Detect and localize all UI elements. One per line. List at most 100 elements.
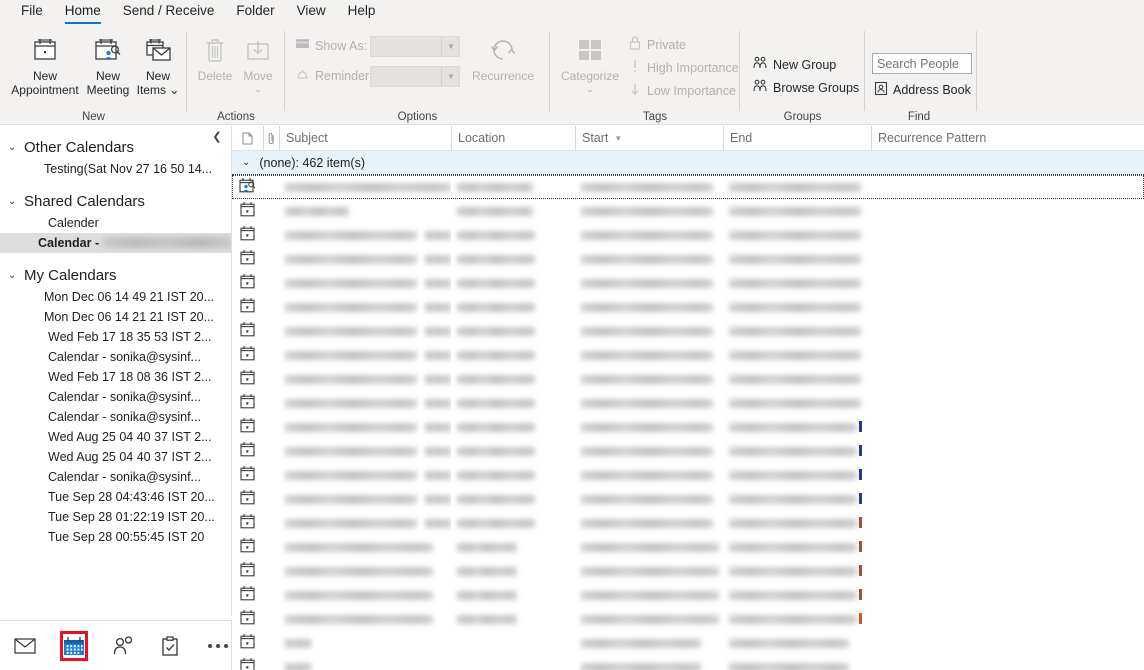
sidebar-item-my-9[interactable]: Calendar - sonika@sysinf... [0, 467, 231, 487]
sidebar-item-my-1[interactable]: Mon Dec 06 14 21 21 IST 20... [0, 307, 231, 327]
calendar-icon [63, 636, 84, 655]
column-header-attachment[interactable] [263, 126, 279, 151]
recurrence-button[interactable]: Recurrence [463, 29, 543, 84]
sidebar-item-my-5[interactable]: Calendar - sonika@sysinf... [0, 387, 231, 407]
table-row[interactable] [232, 535, 1144, 559]
column-header-start[interactable]: Start ▼ [575, 126, 723, 151]
sidebar-item-my-6[interactable]: Calendar - sonika@sysinf... [0, 407, 231, 427]
new-appointment-button[interactable]: New Appointment [6, 29, 84, 97]
browse-groups-button[interactable]: Browse Groups [752, 79, 859, 97]
delete-button[interactable]: Delete [193, 29, 237, 84]
table-row[interactable] [232, 223, 1144, 247]
row-start-cell [575, 295, 723, 319]
categorize-button[interactable]: Categorize ⌄ [558, 29, 622, 96]
sidebar-item-my-10[interactable]: Tue Sep 28 04:43:46 IST 20... [0, 487, 231, 507]
table-row[interactable] [232, 367, 1144, 391]
chevron-down-icon[interactable]: ⌄ [242, 157, 250, 168]
redacted-cell-text [457, 470, 535, 480]
row-subject-cell [279, 271, 451, 295]
row-item-type-icon [232, 367, 263, 391]
nav-mail-button[interactable] [12, 631, 38, 661]
redacted-cell-text [424, 494, 451, 504]
table-row[interactable] [232, 271, 1144, 295]
table-row[interactable] [232, 391, 1144, 415]
redacted-cell-text [457, 398, 535, 408]
high-importance-item[interactable]: High Importance [628, 58, 739, 77]
tab-view[interactable]: View [286, 1, 337, 25]
sidebar-item-calendar-selected[interactable]: Calendar - [0, 233, 231, 253]
table-row[interactable] [232, 415, 1144, 439]
reminder-dropdown[interactable]: ▼ [370, 66, 460, 87]
calendar-person-icon [93, 33, 123, 67]
sidebar-item-testing[interactable]: Testing(Sat Nov 27 16 50 14... [0, 159, 231, 179]
sidebar-item-my-11[interactable]: Tue Sep 28 01:22:19 IST 20... [0, 507, 231, 527]
redacted-cell-text [581, 422, 713, 432]
row-attachment-cell [263, 199, 279, 223]
tab-help[interactable]: Help [337, 1, 387, 25]
row-end-cell [723, 583, 871, 607]
row-start-cell [575, 199, 723, 223]
sidebar-item-my-7[interactable]: Wed Aug 25 04 40 37 IST 2... [0, 427, 231, 447]
column-header-end[interactable]: End [723, 126, 871, 151]
table-row[interactable] [232, 439, 1144, 463]
table-row[interactable] [232, 559, 1144, 583]
sidebar-item-my-2[interactable]: Wed Feb 17 18 35 53 IST 2... [0, 327, 231, 347]
sidebar-item-my-3[interactable]: Calendar - sonika@sysinf... [0, 347, 231, 367]
column-header-subject[interactable]: Subject [279, 126, 451, 151]
ribbon-group-groups-label: Groups [783, 111, 822, 123]
sidebar-group-other-calendars[interactable]: ⌄ Other Calendars [0, 136, 231, 159]
low-importance-item[interactable]: Low Importance [628, 81, 736, 100]
table-row[interactable] [232, 463, 1144, 487]
private-item[interactable]: Private [628, 35, 686, 54]
row-item-type-icon [232, 271, 263, 295]
sidebar-item-my-8[interactable]: Wed Aug 25 04 40 37 IST 2... [0, 447, 231, 467]
sidebar-item-my-4[interactable]: Wed Feb 17 18 08 36 IST 2... [0, 367, 231, 387]
tab-home[interactable]: Home [54, 1, 112, 25]
table-row[interactable] [232, 175, 1144, 199]
nav-calendar-button[interactable] [59, 630, 88, 661]
table-row[interactable] [232, 319, 1144, 343]
categorize-dropdown-chevron[interactable]: ⌄ [586, 83, 594, 97]
row-location-cell [451, 439, 575, 463]
sidebar-item-my-12[interactable]: Tue Sep 28 00:55:45 IST 20 [0, 527, 231, 547]
tab-file[interactable]: File [10, 1, 54, 25]
address-book-button[interactable]: Address Book [874, 81, 971, 99]
tab-send-receive[interactable]: Send / Receive [112, 1, 226, 25]
move-dropdown-chevron[interactable]: ⌄ [254, 83, 262, 97]
redacted-cell-text [424, 326, 451, 336]
table-row[interactable] [232, 247, 1144, 271]
group-header-row[interactable]: ⌄ (none): 462 item(s) [232, 151, 1144, 175]
table-row[interactable] [232, 343, 1144, 367]
column-header-icon[interactable] [232, 126, 263, 151]
table-row[interactable] [232, 511, 1144, 535]
new-items-button[interactable]: New Items ⌄ [132, 29, 184, 97]
row-end-cell [723, 247, 871, 271]
nav-more-button[interactable] [205, 631, 231, 661]
tab-folder[interactable]: Folder [225, 1, 285, 25]
new-meeting-button[interactable]: New Meeting [84, 29, 132, 97]
table-row[interactable] [232, 487, 1144, 511]
redacted-cell-text [285, 638, 311, 648]
move-button[interactable]: Move ⌄ [237, 29, 279, 96]
table-row[interactable] [232, 655, 1144, 670]
chevron-left-icon[interactable]: ❮ [209, 128, 225, 144]
row-start-cell [575, 247, 723, 271]
search-people-input[interactable] [872, 53, 972, 74]
sidebar-group-other-calendars-label: Other Calendars [24, 139, 135, 156]
sidebar-group-shared-calendars[interactable]: ⌄ Shared Calendars [0, 190, 231, 213]
table-row[interactable] [232, 199, 1144, 223]
table-row[interactable] [232, 583, 1144, 607]
nav-tasks-button[interactable] [157, 631, 183, 661]
nav-people-button[interactable] [110, 631, 136, 661]
show-as-dropdown[interactable]: ▼ [370, 36, 460, 57]
table-row[interactable] [232, 607, 1144, 631]
table-row[interactable] [232, 295, 1144, 319]
column-header-recurrence-pattern[interactable]: Recurrence Pattern [871, 126, 1144, 151]
sidebar-group-my-calendars[interactable]: ⌄ My Calendars [0, 264, 231, 287]
sidebar-item-calender[interactable]: Calender [0, 213, 231, 233]
table-row[interactable] [232, 631, 1144, 655]
row-item-type-icon [232, 535, 263, 559]
new-group-button[interactable]: New Group [752, 56, 836, 74]
sidebar-item-my-0[interactable]: Mon Dec 06 14 49 21 IST 20... [0, 287, 231, 307]
column-header-location[interactable]: Location [451, 126, 575, 151]
